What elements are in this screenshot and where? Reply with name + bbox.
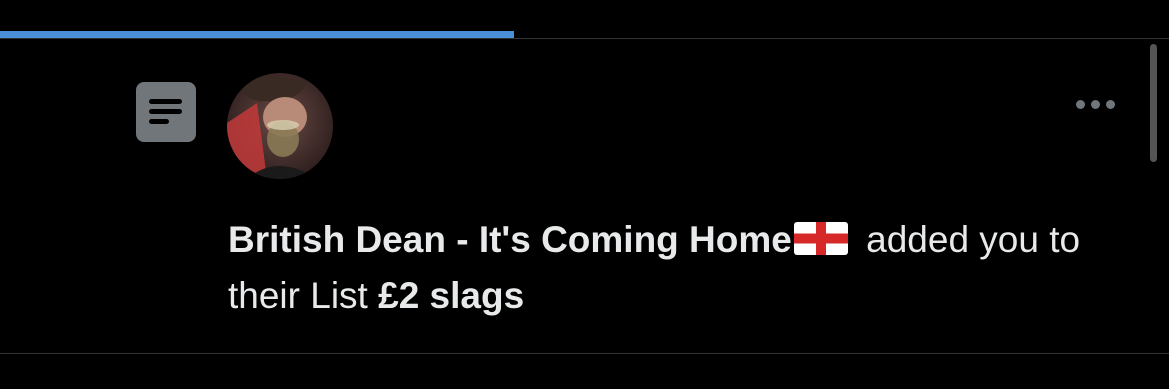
scrollbar[interactable] xyxy=(1150,44,1157,162)
notification-item[interactable]: British Dean - It's Coming Home added yo… xyxy=(0,40,1169,354)
more-options-button[interactable] xyxy=(1070,92,1120,116)
notification-text: British Dean - It's Coming Home added yo… xyxy=(228,212,1128,324)
user-avatar-photo xyxy=(227,73,333,179)
more-dot xyxy=(1105,99,1115,109)
notifications-screen: British Dean - It's Coming Home added yo… xyxy=(0,0,1169,389)
england-flag-icon xyxy=(793,222,848,255)
user-display-name[interactable]: British Dean - It's Coming Home xyxy=(228,219,792,260)
list-icon xyxy=(136,82,196,142)
avatar[interactable] xyxy=(227,73,333,179)
loading-progress-bar xyxy=(0,31,1169,39)
list-name-link[interactable]: £2 slags xyxy=(378,275,524,316)
loading-progress-fill xyxy=(0,31,515,38)
more-dot xyxy=(1090,99,1100,109)
more-horizontal-icon xyxy=(1075,99,1085,109)
